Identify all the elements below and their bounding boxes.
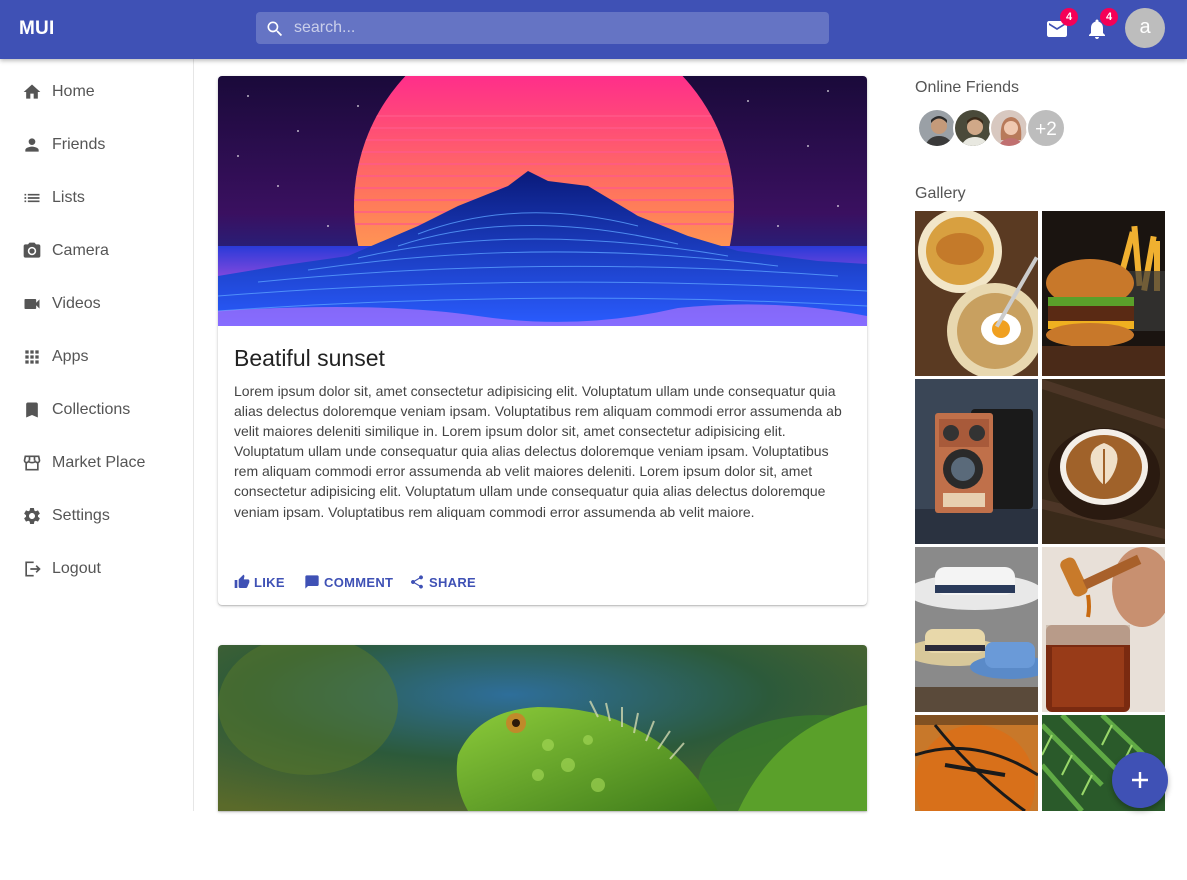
bookmark-icon (26, 402, 38, 418)
sidebar-item-label: Settings (52, 507, 110, 524)
sidebar: Home Friends Lists Camera Videos Apps Co… (0, 59, 194, 811)
share-icon (411, 575, 423, 589)
sidebar-item-settings[interactable]: Settings (0, 489, 193, 542)
mail-badge: 4 (1060, 8, 1078, 26)
sidebar-item-label: Videos (52, 295, 101, 312)
like-label: LIKE (254, 575, 285, 590)
search-input[interactable] (294, 12, 814, 44)
friend-avatar[interactable] (917, 108, 957, 148)
notifications-button[interactable]: 4 (1085, 8, 1118, 41)
sidebar-item-collections[interactable]: Collections (0, 383, 193, 436)
gallery-image[interactable] (915, 379, 1038, 544)
sidebar-item-friends[interactable]: Friends (0, 118, 193, 171)
share-label: SHARE (429, 575, 477, 590)
like-button[interactable]: LIKE (234, 574, 300, 590)
sidebar-item-label: Lists (52, 189, 85, 206)
person-icon (25, 138, 39, 152)
logo[interactable]: MUI (19, 18, 54, 40)
sidebar-item-label: Logout (52, 560, 101, 577)
settings-icon (24, 508, 40, 524)
storefront-icon (23, 455, 41, 471)
comment-button[interactable]: COMMENT (304, 574, 404, 590)
gallery-image[interactable] (1042, 547, 1165, 712)
post-card: Beatiful sunset Lorem ipsum dolor sit, a… (218, 76, 867, 605)
sidebar-item-label: Home (52, 83, 95, 100)
gallery-image[interactable] (915, 547, 1038, 712)
avatar[interactable]: a (1125, 8, 1165, 48)
comment-label: COMMENT (324, 575, 394, 590)
plus-icon (1132, 772, 1148, 788)
gallery-photo-hats (915, 547, 1038, 712)
sidebar-item-market-place[interactable]: Market Place (0, 436, 193, 489)
list-icon (24, 193, 40, 203)
notifications-badge: 4 (1100, 8, 1118, 26)
sidebar-item-camera[interactable]: Camera (0, 224, 193, 277)
gallery-image[interactable] (915, 211, 1038, 376)
add-button[interactable] (1112, 752, 1168, 808)
friend-avatar[interactable] (953, 108, 993, 148)
friend-photo (919, 110, 955, 146)
gallery-image[interactable] (1042, 211, 1165, 376)
sidebar-item-logout[interactable]: Logout (0, 542, 193, 595)
gallery-photo-burger (1042, 211, 1165, 376)
sidebar-item-videos[interactable]: Videos (0, 277, 193, 330)
logout-icon (25, 561, 41, 577)
apps-icon (25, 350, 39, 364)
gallery-photo-honey (1042, 547, 1165, 712)
post-card (218, 645, 867, 811)
videocam-icon (24, 299, 40, 309)
sidebar-item-label: Camera (52, 242, 109, 259)
post-image-iguana (218, 645, 867, 811)
gallery-image[interactable] (915, 715, 1038, 880)
friend-photo (991, 110, 1027, 146)
mail-button[interactable]: 4 (1045, 8, 1078, 41)
gallery-photo-breakfast (915, 211, 1038, 376)
sidebar-item-label: Friends (52, 136, 106, 153)
thumb-up-icon (234, 574, 250, 588)
gallery-image[interactable] (1042, 379, 1165, 544)
camera-icon (23, 242, 41, 258)
gallery-photo-latte (1042, 379, 1165, 544)
gallery-photo-basketball (915, 715, 1038, 845)
friends-more-count[interactable]: +2 (1026, 108, 1066, 148)
sidebar-item-lists[interactable]: Lists (0, 171, 193, 224)
sidebar-item-label: Market Place (52, 454, 146, 471)
share-button[interactable]: SHARE (409, 574, 489, 590)
search-icon (267, 21, 283, 37)
gallery-photo-camera (915, 379, 1038, 544)
sidebar-item-home[interactable]: Home (0, 65, 193, 118)
search-box[interactable] (256, 12, 829, 44)
comment-icon (305, 575, 319, 589)
online-friends-title: Online Friends (915, 79, 1020, 96)
sidebar-item-label: Collections (52, 401, 131, 418)
post-image-sunset (218, 76, 867, 326)
sidebar-item-apps[interactable]: Apps (0, 330, 193, 383)
friend-avatar[interactable] (989, 108, 1029, 148)
friend-photo (955, 110, 991, 146)
post-body: Lorem ipsum dolor sit, amet consectetur … (234, 383, 842, 520)
sidebar-item-label: Apps (52, 348, 89, 365)
home-icon (23, 84, 41, 99)
app-bar: MUI 4 4 a (0, 0, 1187, 59)
post-title: Beatiful sunset (234, 345, 385, 371)
gallery-title: Gallery (915, 185, 966, 202)
